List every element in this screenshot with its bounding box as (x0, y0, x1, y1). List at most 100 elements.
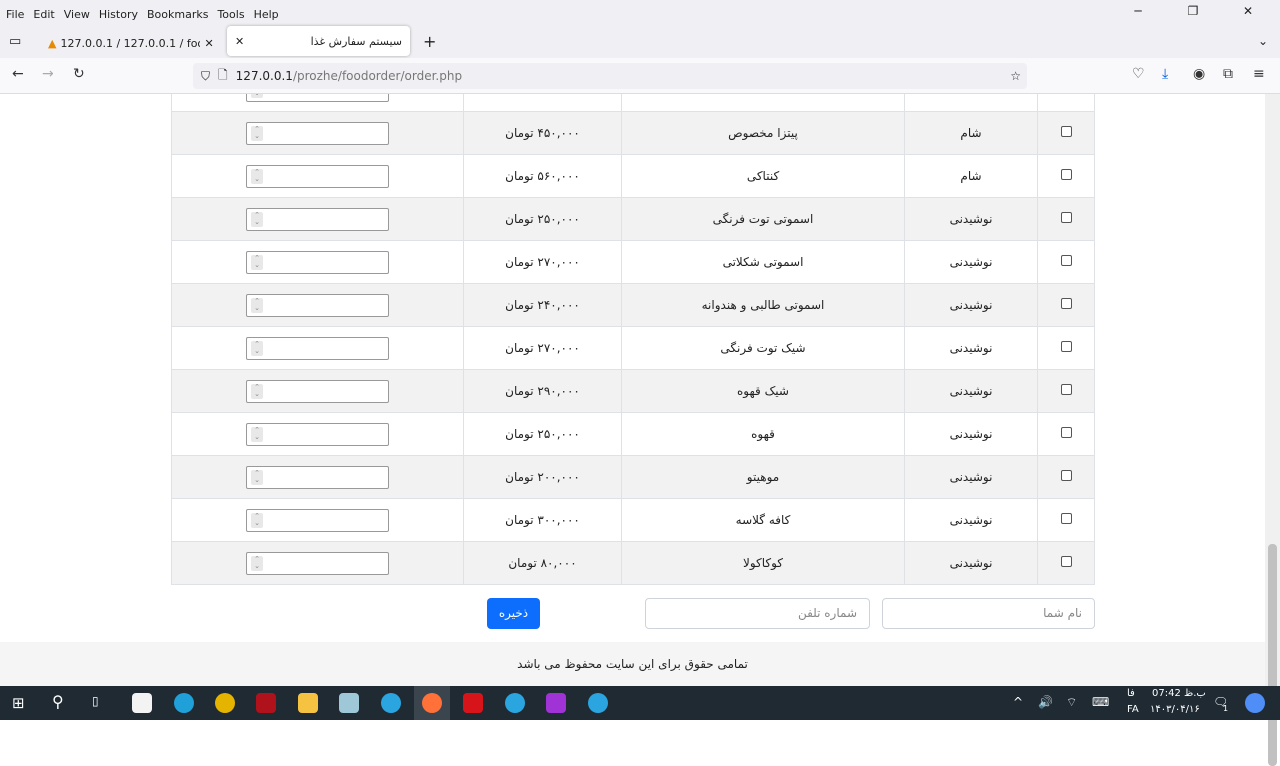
language-fa[interactable]: فا (1127, 688, 1135, 699)
scrollbar-thumb[interactable] (1268, 544, 1277, 766)
spinner-icon[interactable]: ⌃⌄ (251, 383, 263, 399)
quantity-input[interactable]: ⌃⌄ (246, 207, 389, 231)
telegram-icon[interactable] (505, 693, 525, 713)
clock-time[interactable]: 07:42 ب.ظ (1152, 688, 1206, 699)
quantity-input[interactable]: ⌃⌄ (246, 293, 389, 317)
menu-edit[interactable]: Edit (33, 8, 54, 21)
spinner-icon[interactable]: ⌃⌄ (251, 94, 263, 98)
select-checkbox[interactable] (1060, 427, 1072, 438)
language-indicator[interactable]: FA (1127, 704, 1139, 715)
table-row: نوشیدنی اسموتی شکلاتی ۲۷۰,۰۰۰ تومان ⌃ ⌄ (171, 240, 1095, 284)
notepad-icon[interactable] (339, 693, 359, 713)
menu-bookmarks[interactable]: Bookmarks (147, 8, 208, 21)
spinner-icon[interactable]: ⌃⌄ (251, 555, 263, 571)
new-tab-button[interactable]: + (423, 32, 436, 51)
item-name-cell: پیتزا مخصوص (621, 111, 905, 155)
select-checkbox[interactable] (1060, 298, 1072, 309)
account-icon[interactable]: ◉ (1193, 66, 1205, 82)
url-bar[interactable]: ⛉ 🗋 127.0.0.1/prozhe/foodorder/order.php… (193, 63, 1027, 89)
spinner-icon[interactable]: ⌃⌄ (251, 512, 263, 528)
menu-help[interactable]: Help (254, 8, 279, 21)
menu-icon[interactable]: ≡ (1253, 66, 1265, 82)
spinner-icon[interactable]: ⌃⌄ (251, 211, 263, 227)
store-icon[interactable] (132, 693, 152, 713)
item-name-cell: اسموتی توت فرنگی (621, 197, 905, 241)
tab-overflow-icon[interactable]: ⌄ (1258, 34, 1268, 48)
save-button[interactable]: ذخیره (487, 598, 540, 629)
quantity-input[interactable]: ⌃⌄ (246, 465, 389, 489)
quantity-input[interactable]: ⌃⌄ (246, 336, 389, 360)
select-checkbox[interactable] (1060, 470, 1072, 481)
select-checkbox[interactable] (1060, 169, 1072, 180)
volume-icon[interactable]: 🔊 (1038, 695, 1053, 709)
menu-tools[interactable]: Tools (217, 8, 244, 21)
tab-food-order[interactable]: سیستم سفارش غذا ✕ (227, 26, 410, 56)
select-checkbox[interactable] (1060, 212, 1072, 223)
scrollbar[interactable] (1265, 94, 1280, 766)
task-view-icon[interactable]: ▯ (92, 694, 99, 708)
spinner-icon[interactable]: ⌃⌄ (251, 426, 263, 442)
minimize-button[interactable]: ─ (1115, 4, 1161, 18)
shield-icon[interactable]: ⛉ (201, 69, 210, 84)
search-icon[interactable]: ⚲ (52, 692, 64, 711)
phpstorm-icon[interactable] (546, 693, 566, 713)
phone-input[interactable]: شماره تلفن (645, 598, 870, 629)
price-cell: ۲۵۰,۰۰۰ تومان (463, 412, 622, 456)
app-icon[interactable] (256, 693, 276, 713)
select-checkbox[interactable] (1060, 384, 1072, 395)
select-checkbox[interactable] (1060, 126, 1072, 137)
start-icon[interactable]: ⊞ (12, 694, 25, 712)
item-name-cell: کنتاکی (621, 154, 905, 198)
acrobat-icon[interactable] (463, 693, 483, 713)
chrome-icon[interactable] (215, 693, 235, 713)
spinner-icon[interactable]: ⌃⌄ (251, 340, 263, 356)
menu-file[interactable]: File (6, 8, 24, 21)
quantity-input[interactable]: ⌃⌄ (246, 121, 389, 145)
quantity-input[interactable]: ⌃⌄ (246, 164, 389, 188)
quantity-input[interactable]: ⌃⌄ (246, 94, 389, 102)
category-cell: نوشیدنی (904, 283, 1038, 327)
select-checkbox[interactable] (1060, 513, 1072, 524)
quantity-input[interactable]: ⌃⌄ (246, 422, 389, 446)
reload-icon[interactable]: ↻ (73, 66, 85, 82)
quantity-input[interactable]: ⌃⌄ (246, 508, 389, 532)
select-checkbox[interactable] (1060, 255, 1072, 266)
forward-icon[interactable]: → (42, 66, 54, 82)
telegram-icon[interactable] (381, 693, 401, 713)
edge-icon[interactable] (174, 693, 194, 713)
select-checkbox[interactable] (1060, 556, 1072, 567)
download-icon[interactable]: ⤓ (1162, 66, 1168, 82)
telegram-icon[interactable] (588, 693, 608, 713)
quantity-input[interactable]: ⌃⌄ (246, 379, 389, 403)
spinner-icon[interactable]: ⌃⌄ (251, 254, 263, 270)
name-input[interactable]: نام شما (882, 598, 1095, 629)
firefox-icon[interactable] (422, 693, 442, 713)
clock-date[interactable]: ۱۴۰۳/۰۴/۱۶ (1150, 704, 1200, 715)
wifi-icon[interactable]: ⌔ (1066, 695, 1077, 710)
back-icon[interactable]: ← (12, 66, 24, 82)
menu-view[interactable]: View (64, 8, 90, 21)
tab-list-icon[interactable]: ▭ (9, 34, 21, 49)
bookmark-star-icon[interactable]: ☆ (1010, 69, 1021, 83)
file-explorer-icon[interactable] (298, 693, 318, 713)
item-name-cell: قهوه (621, 412, 905, 456)
spinner-icon[interactable]: ⌃⌄ (251, 297, 263, 313)
tray-chevron-icon[interactable]: ^ (1013, 695, 1023, 709)
quantity-input[interactable]: ⌃⌄ (246, 250, 389, 274)
close-tab-icon[interactable]: ✕ (235, 35, 244, 48)
close-tab-icon[interactable]: ✕ (204, 37, 213, 50)
keyboard-icon[interactable]: ⌨ (1092, 695, 1109, 709)
menu-history[interactable]: History (99, 8, 138, 21)
close-window-button[interactable]: ✕ (1225, 4, 1271, 18)
copilot-icon[interactable] (1245, 693, 1265, 713)
spinner-icon[interactable]: ⌃⌄ (251, 125, 263, 141)
spinner-icon[interactable]: ⌃⌄ (251, 469, 263, 485)
restore-button[interactable]: ❐ (1170, 4, 1216, 18)
extensions-icon[interactable]: ⧉ (1223, 66, 1233, 82)
tab-phpmyadmin[interactable]: ▲ 127.0.0.1 / 127.0.0.1 / foodorder ✕ (40, 28, 222, 58)
table-row: نوشیدنی شیک توت فرنگی ۲۷۰,۰۰۰ تومان ⌃ ⌄ (171, 326, 1095, 370)
spinner-icon[interactable]: ⌃⌄ (251, 168, 263, 184)
quantity-input[interactable]: ⌃⌄ (246, 551, 389, 575)
select-checkbox[interactable] (1060, 341, 1072, 352)
pocket-icon[interactable]: ♡ (1132, 66, 1145, 82)
